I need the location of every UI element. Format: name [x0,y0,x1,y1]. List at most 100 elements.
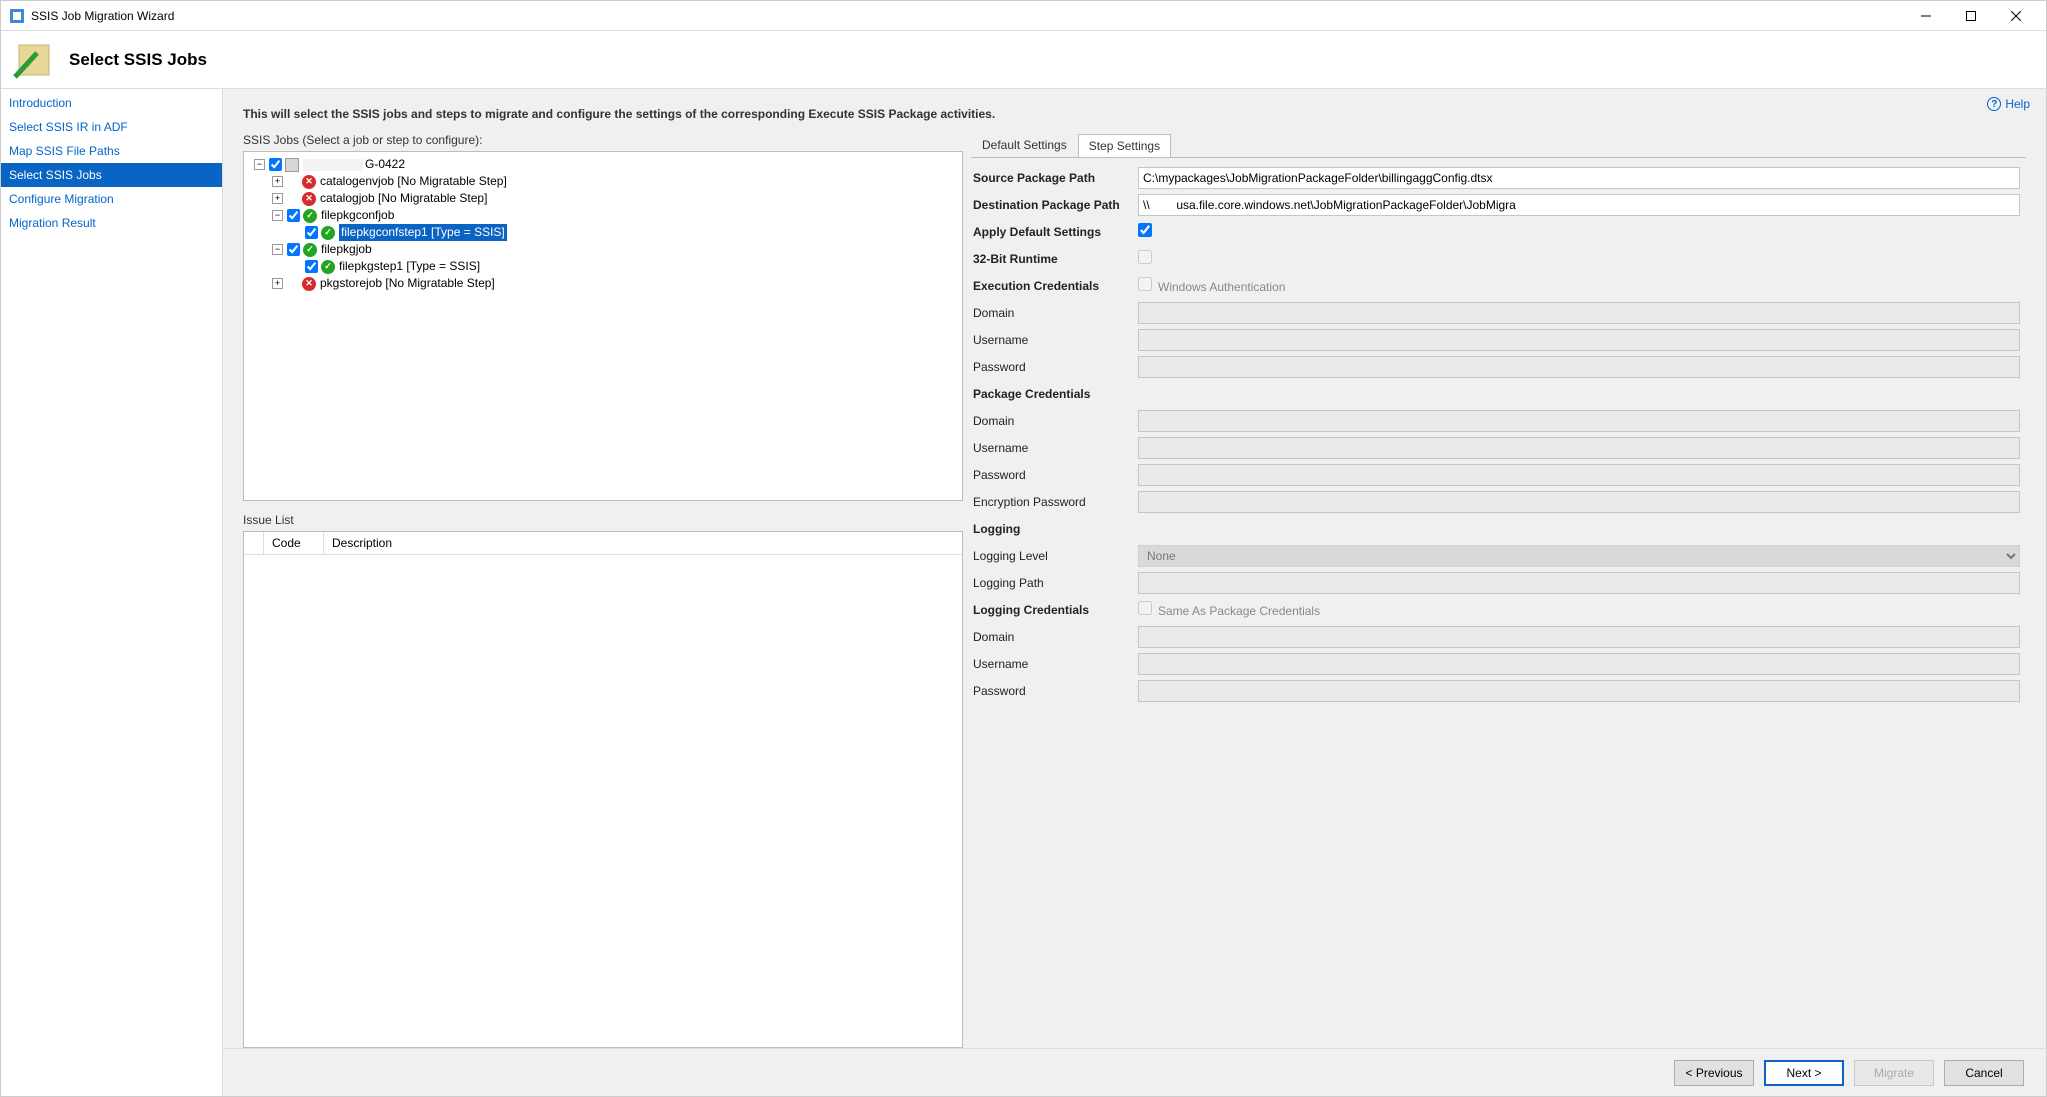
page-title: Select SSIS Jobs [69,50,207,70]
error-icon [302,175,316,189]
minimize-button[interactable] [1903,2,1948,30]
pkg-user-label: Username [973,441,1138,455]
collapse-icon[interactable]: − [254,159,265,170]
nav-configure-migration[interactable]: Configure Migration [1,187,222,211]
collapse-icon[interactable]: − [272,244,283,255]
tab-default-settings[interactable]: Default Settings [971,133,1078,157]
tree-node-filepkgconfjob[interactable]: − filepkgconfjob [244,207,962,224]
exec-pass-input[interactable] [1138,356,2020,378]
pkg-domain-input[interactable] [1138,410,2020,432]
ok-icon [321,260,335,274]
tree-node-filepkgjob[interactable]: − filepkgjob [244,241,962,258]
log-cred-label: Logging Credentials [973,603,1138,617]
server-icon [285,158,299,172]
nav-select-ssis-jobs[interactable]: Select SSIS Jobs [1,163,222,187]
apply-defaults-checkbox[interactable] [1138,223,1152,237]
root-label: G-0422 [365,156,405,173]
wizard-nav: Introduction Select SSIS IR in ADF Map S… [1,89,223,1096]
expand-icon[interactable]: + [272,278,283,289]
page-header: Select SSIS Jobs [1,31,2046,89]
tree-node-catalogenvjob[interactable]: + catalogenvjob [No Migratable Step] [244,173,962,190]
log-path-input[interactable] [1138,572,2020,594]
content: ? Help This will select the SSIS jobs an… [223,89,2046,1096]
error-icon [302,192,316,206]
ok-icon [321,226,335,240]
window-title: SSIS Job Migration Wizard [31,9,174,23]
page-description: This will select the SSIS jobs and steps… [223,89,2046,127]
issue-list[interactable]: Code Description [243,531,963,1048]
error-icon [302,277,316,291]
nav-introduction[interactable]: Introduction [1,91,222,115]
tree-node-filepkgstep1[interactable]: filepkgstep1 [Type = SSIS] [244,258,962,275]
previous-button[interactable]: < Previous [1674,1060,1754,1086]
nav-select-ssis-ir[interactable]: Select SSIS IR in ADF [1,115,222,139]
root-checkbox[interactable] [269,158,282,171]
close-button[interactable] [1993,2,2038,30]
migrate-button: Migrate [1854,1060,1934,1086]
log-domain-label: Domain [973,630,1138,644]
pkg-user-input[interactable] [1138,437,2020,459]
source-path-input[interactable] [1138,167,2020,189]
jobs-tree[interactable]: − G-0422 + catalogenvjob [No Migratable … [243,151,963,501]
log-level-select[interactable]: None [1138,545,2020,567]
step-checkbox[interactable] [305,226,318,239]
collapse-icon[interactable]: − [272,210,283,221]
job-checkbox[interactable] [287,209,300,222]
expand-icon[interactable]: + [272,193,283,204]
nav-migration-result[interactable]: Migration Result [1,211,222,235]
log-path-label: Logging Path [973,576,1138,590]
log-pass-input[interactable] [1138,680,2020,702]
runtime32-label: 32-Bit Runtime [973,252,1138,266]
exec-user-input[interactable] [1138,329,2020,351]
wizard-window: SSIS Job Migration Wizard Select SSIS Jo… [0,0,2047,1097]
app-icon [9,8,25,24]
maximize-button[interactable] [1948,2,1993,30]
pkg-pass-input[interactable] [1138,464,2020,486]
nav-map-file-paths[interactable]: Map SSIS File Paths [1,139,222,163]
ok-icon [303,209,317,223]
settings-tabs: Default Settings Step Settings [971,133,2026,157]
runtime32-checkbox[interactable] [1138,250,1152,264]
issue-header: Code Description [244,532,962,555]
redacted-text [303,159,363,171]
wizard-icon [13,39,55,81]
enc-pass-label: Encryption Password [973,495,1138,509]
tree-root[interactable]: − G-0422 [244,156,962,173]
col-description: Description [324,532,962,554]
col-code: Code [264,532,324,554]
help-icon: ? [1987,97,2001,111]
settings-form[interactable]: Source Package Path Destination Package … [971,157,2026,1048]
dest-path-input[interactable] [1138,194,2020,216]
log-user-input[interactable] [1138,653,2020,675]
exec-cred-label: Execution Credentials [973,279,1138,293]
help-link[interactable]: ? Help [1987,97,2030,111]
pkg-domain-label: Domain [973,414,1138,428]
enc-pass-input[interactable] [1138,491,2020,513]
source-path-label: Source Package Path [973,171,1138,185]
windows-auth-text: Windows Authentication [1158,280,1285,294]
pkg-pass-label: Password [973,468,1138,482]
apply-defaults-label: Apply Default Settings [973,225,1138,239]
tab-step-settings[interactable]: Step Settings [1078,134,1171,158]
log-pass-label: Password [973,684,1138,698]
expand-icon[interactable]: + [272,176,283,187]
tree-node-filepkgconfstep1[interactable]: filepkgconfstep1 [Type = SSIS] [244,224,962,241]
exec-domain-input[interactable] [1138,302,2020,324]
job-checkbox[interactable] [287,243,300,256]
same-as-pkg-text: Same As Package Credentials [1158,604,1320,618]
exec-user-label: Username [973,333,1138,347]
tree-node-catalogjob[interactable]: + catalogjob [No Migratable Step] [244,190,962,207]
exec-domain-label: Domain [973,306,1138,320]
windows-auth-checkbox[interactable] [1138,277,1152,291]
pkg-cred-label: Package Credentials [973,387,1138,401]
issue-list-label: Issue List [243,513,963,527]
next-button[interactable]: Next > [1764,1060,1844,1086]
step-checkbox[interactable] [305,260,318,273]
same-as-pkg-checkbox[interactable] [1138,601,1152,615]
cancel-button[interactable]: Cancel [1944,1060,2024,1086]
log-domain-input[interactable] [1138,626,2020,648]
ok-icon [303,243,317,257]
tree-node-pkgstorejob[interactable]: + pkgstorejob [No Migratable Step] [244,275,962,292]
dest-path-label: Destination Package Path [973,198,1138,212]
help-label: Help [2005,97,2030,111]
